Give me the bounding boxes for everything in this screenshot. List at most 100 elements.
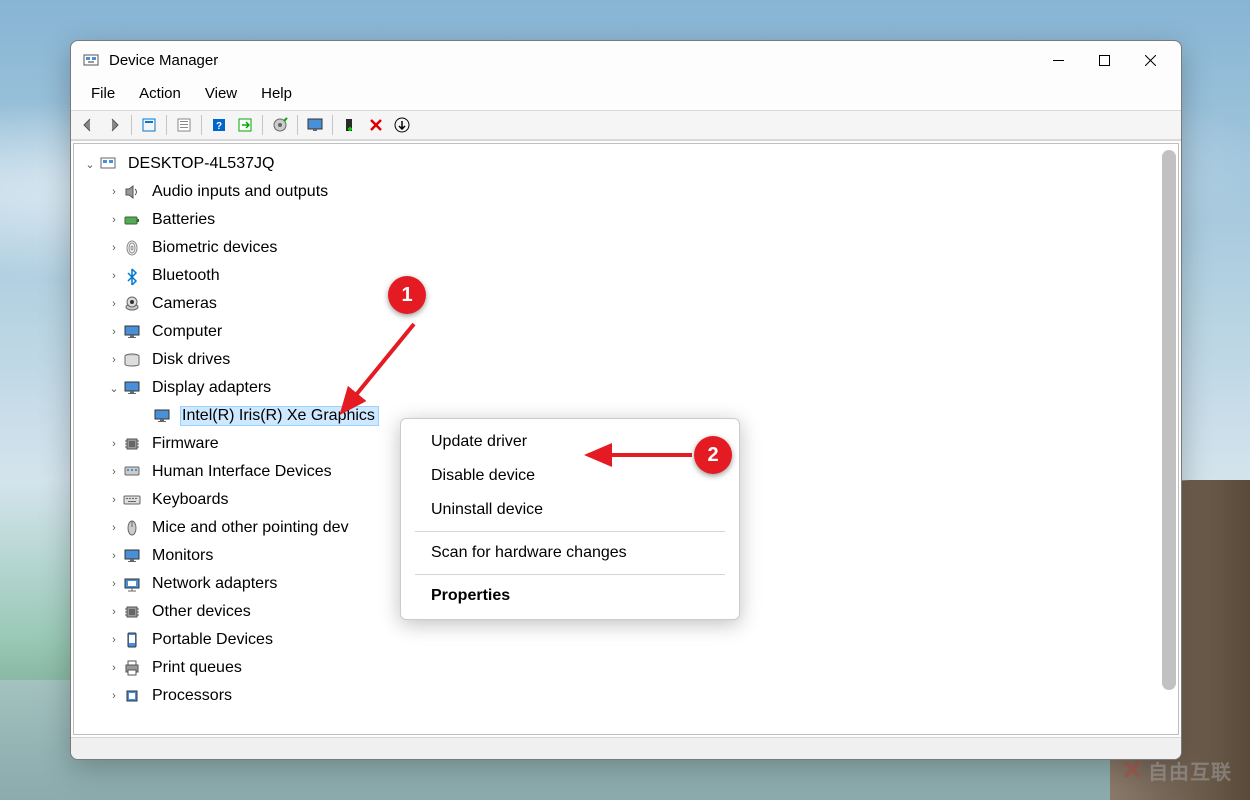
expand-toggle[interactable]: › xyxy=(106,242,122,254)
tree-node-label: Cameras xyxy=(150,294,221,314)
tree-node-label: Human Interface Devices xyxy=(150,462,336,482)
computer-icon xyxy=(98,154,118,174)
menu-view[interactable]: View xyxy=(195,83,247,104)
bluetooth-icon xyxy=(122,266,142,286)
context-menu-item[interactable]: Update driver xyxy=(401,425,739,459)
help-button[interactable]: ? xyxy=(207,113,231,137)
context-menu-separator xyxy=(415,574,725,575)
scan-button[interactable] xyxy=(233,113,257,137)
expand-toggle[interactable]: › xyxy=(106,354,122,366)
show-hidden-button[interactable] xyxy=(137,113,161,137)
tree-node[interactable]: ›Computer xyxy=(80,318,1178,346)
tree-node[interactable]: ›Biometric devices xyxy=(80,234,1178,262)
hid-icon xyxy=(122,462,142,482)
forward-button[interactable] xyxy=(102,113,126,137)
menu-file[interactable]: File xyxy=(81,83,125,104)
monitor-icon xyxy=(152,406,172,426)
chip-icon xyxy=(122,602,142,622)
cpu-icon xyxy=(122,686,142,706)
expand-toggle[interactable]: › xyxy=(106,326,122,338)
monitor-button[interactable] xyxy=(303,113,327,137)
context-menu: Update driverDisable deviceUninstall dev… xyxy=(400,418,740,620)
expand-toggle[interactable]: › xyxy=(106,186,122,198)
add-hardware-button[interactable] xyxy=(338,113,362,137)
toolbar: ? xyxy=(71,110,1181,140)
tree-node[interactable]: › Print queues xyxy=(80,654,1178,682)
tree-node-label: Network adapters xyxy=(150,574,281,594)
watermark: ✕自由互联 xyxy=(1121,755,1232,786)
expand-toggle[interactable]: › xyxy=(106,550,122,562)
expand-toggle[interactable]: › xyxy=(106,466,122,478)
tree-node[interactable]: › Audio inputs and outputs xyxy=(80,178,1178,206)
window-title: Device Manager xyxy=(109,52,218,69)
tree-node-label: Disk drives xyxy=(150,350,234,370)
context-menu-item[interactable]: Disable device xyxy=(401,459,739,493)
minimize-button[interactable] xyxy=(1035,41,1081,79)
menubar: File Action View Help xyxy=(71,79,1181,110)
maximize-button[interactable] xyxy=(1081,41,1127,79)
update-driver-button[interactable] xyxy=(268,113,292,137)
tree-node-label: Monitors xyxy=(150,546,217,566)
down-button[interactable] xyxy=(390,113,414,137)
menu-action[interactable]: Action xyxy=(129,83,191,104)
tree-node[interactable]: › Portable Devices xyxy=(80,626,1178,654)
expand-toggle[interactable]: › xyxy=(106,606,122,618)
expand-toggle[interactable]: ⌄ xyxy=(106,382,122,395)
tree-node[interactable]: › Disk drives xyxy=(80,346,1178,374)
network-icon xyxy=(122,574,142,594)
close-button[interactable] xyxy=(1127,41,1173,79)
context-menu-item[interactable]: Properties xyxy=(401,579,739,613)
annotation-marker-2: 2 xyxy=(694,436,732,474)
expand-toggle[interactable]: › xyxy=(106,298,122,310)
expand-toggle[interactable]: › xyxy=(106,438,122,450)
properties-button[interactable] xyxy=(172,113,196,137)
expand-toggle[interactable]: › xyxy=(106,270,122,282)
tree-node-label: Portable Devices xyxy=(150,630,277,650)
tree-node-label: DESKTOP-4L537JQ xyxy=(126,154,278,174)
svg-text:?: ? xyxy=(216,121,222,132)
camera-icon xyxy=(122,294,142,314)
tree-node-label: Mice and other pointing dev xyxy=(150,518,353,538)
battery-icon xyxy=(122,210,142,230)
app-icon xyxy=(83,52,99,68)
context-menu-separator xyxy=(415,531,725,532)
tree-node-label: Keyboards xyxy=(150,490,233,510)
tree-node-label: Audio inputs and outputs xyxy=(150,182,332,202)
chip-icon xyxy=(122,434,142,454)
tree-node-label: Display adapters xyxy=(150,378,275,398)
annotation-marker-1: 1 xyxy=(388,276,426,314)
expand-toggle[interactable]: › xyxy=(106,494,122,506)
tree-node[interactable]: › Cameras xyxy=(80,290,1178,318)
tree-node-label: Other devices xyxy=(150,602,255,622)
tree-root-node[interactable]: ⌄DESKTOP-4L537JQ xyxy=(80,150,1178,178)
tree-node-label: Print queues xyxy=(150,658,246,678)
titlebar[interactable]: Device Manager xyxy=(71,41,1181,79)
monitor-icon xyxy=(122,546,142,566)
expand-toggle[interactable]: › xyxy=(106,690,122,702)
speaker-icon xyxy=(122,182,142,202)
tree-node-label: Intel(R) Iris(R) Xe Graphics xyxy=(180,406,379,426)
monitor-icon xyxy=(122,322,142,342)
printer-icon xyxy=(122,658,142,678)
remove-button[interactable] xyxy=(364,113,388,137)
expand-toggle[interactable]: › xyxy=(106,634,122,646)
tree-node[interactable]: ›Processors xyxy=(80,682,1178,710)
tree-node[interactable]: › Batteries xyxy=(80,206,1178,234)
menu-help[interactable]: Help xyxy=(251,83,302,104)
tree-node[interactable]: ›Bluetooth xyxy=(80,262,1178,290)
context-menu-item[interactable]: Uninstall device xyxy=(401,493,739,527)
tree-node-label: Batteries xyxy=(150,210,219,230)
tree-node[interactable]: ⌄ Display adapters xyxy=(80,374,1178,402)
monitor-icon xyxy=(122,378,142,398)
tree-node-label: Firmware xyxy=(150,434,223,454)
expand-toggle[interactable]: › xyxy=(106,578,122,590)
expand-toggle[interactable]: › xyxy=(106,522,122,534)
context-menu-item[interactable]: Scan for hardware changes xyxy=(401,536,739,570)
expand-toggle[interactable]: › xyxy=(106,214,122,226)
keyboard-icon xyxy=(122,490,142,510)
fingerprint-icon xyxy=(122,238,142,258)
portable-icon xyxy=(122,630,142,650)
expand-toggle[interactable]: › xyxy=(106,662,122,674)
vertical-scrollbar[interactable] xyxy=(1162,150,1176,690)
back-button[interactable] xyxy=(76,113,100,137)
